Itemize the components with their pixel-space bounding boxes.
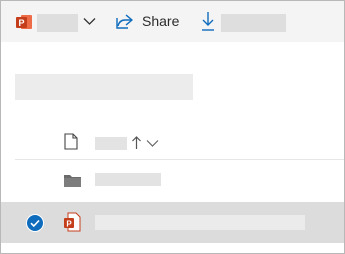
folder-name-redacted[interactable] <box>95 173 161 186</box>
name-column-header-redacted[interactable] <box>95 137 127 150</box>
chevron-down-icon[interactable] <box>83 17 96 26</box>
chevron-down-icon[interactable] <box>146 139 159 148</box>
powerpoint-file-icon: P <box>64 212 81 232</box>
download-icon[interactable] <box>200 10 216 32</box>
arrow-up-icon[interactable] <box>131 135 142 150</box>
list-item[interactable] <box>1 160 344 201</box>
checkmark-circle-icon[interactable] <box>26 214 44 232</box>
onedrive-window: P Share P <box>0 0 345 254</box>
command-bar: P Share <box>1 1 344 42</box>
list-item-selected[interactable]: P <box>1 202 344 243</box>
svg-text:P: P <box>18 18 24 28</box>
share-label: Share <box>142 13 180 29</box>
file-name-redacted[interactable] <box>95 215 305 230</box>
share-icon <box>116 13 133 29</box>
file-list-area: P <box>1 42 344 253</box>
folder-icon <box>64 175 81 187</box>
share-button[interactable]: Share <box>115 9 179 33</box>
svg-text:P: P <box>66 220 72 229</box>
breadcrumb-redacted[interactable] <box>15 74 193 100</box>
document-icon <box>64 133 78 150</box>
download-label-redacted[interactable] <box>221 14 286 32</box>
file-name-redacted[interactable] <box>37 14 78 32</box>
powerpoint-icon: P <box>16 15 32 29</box>
